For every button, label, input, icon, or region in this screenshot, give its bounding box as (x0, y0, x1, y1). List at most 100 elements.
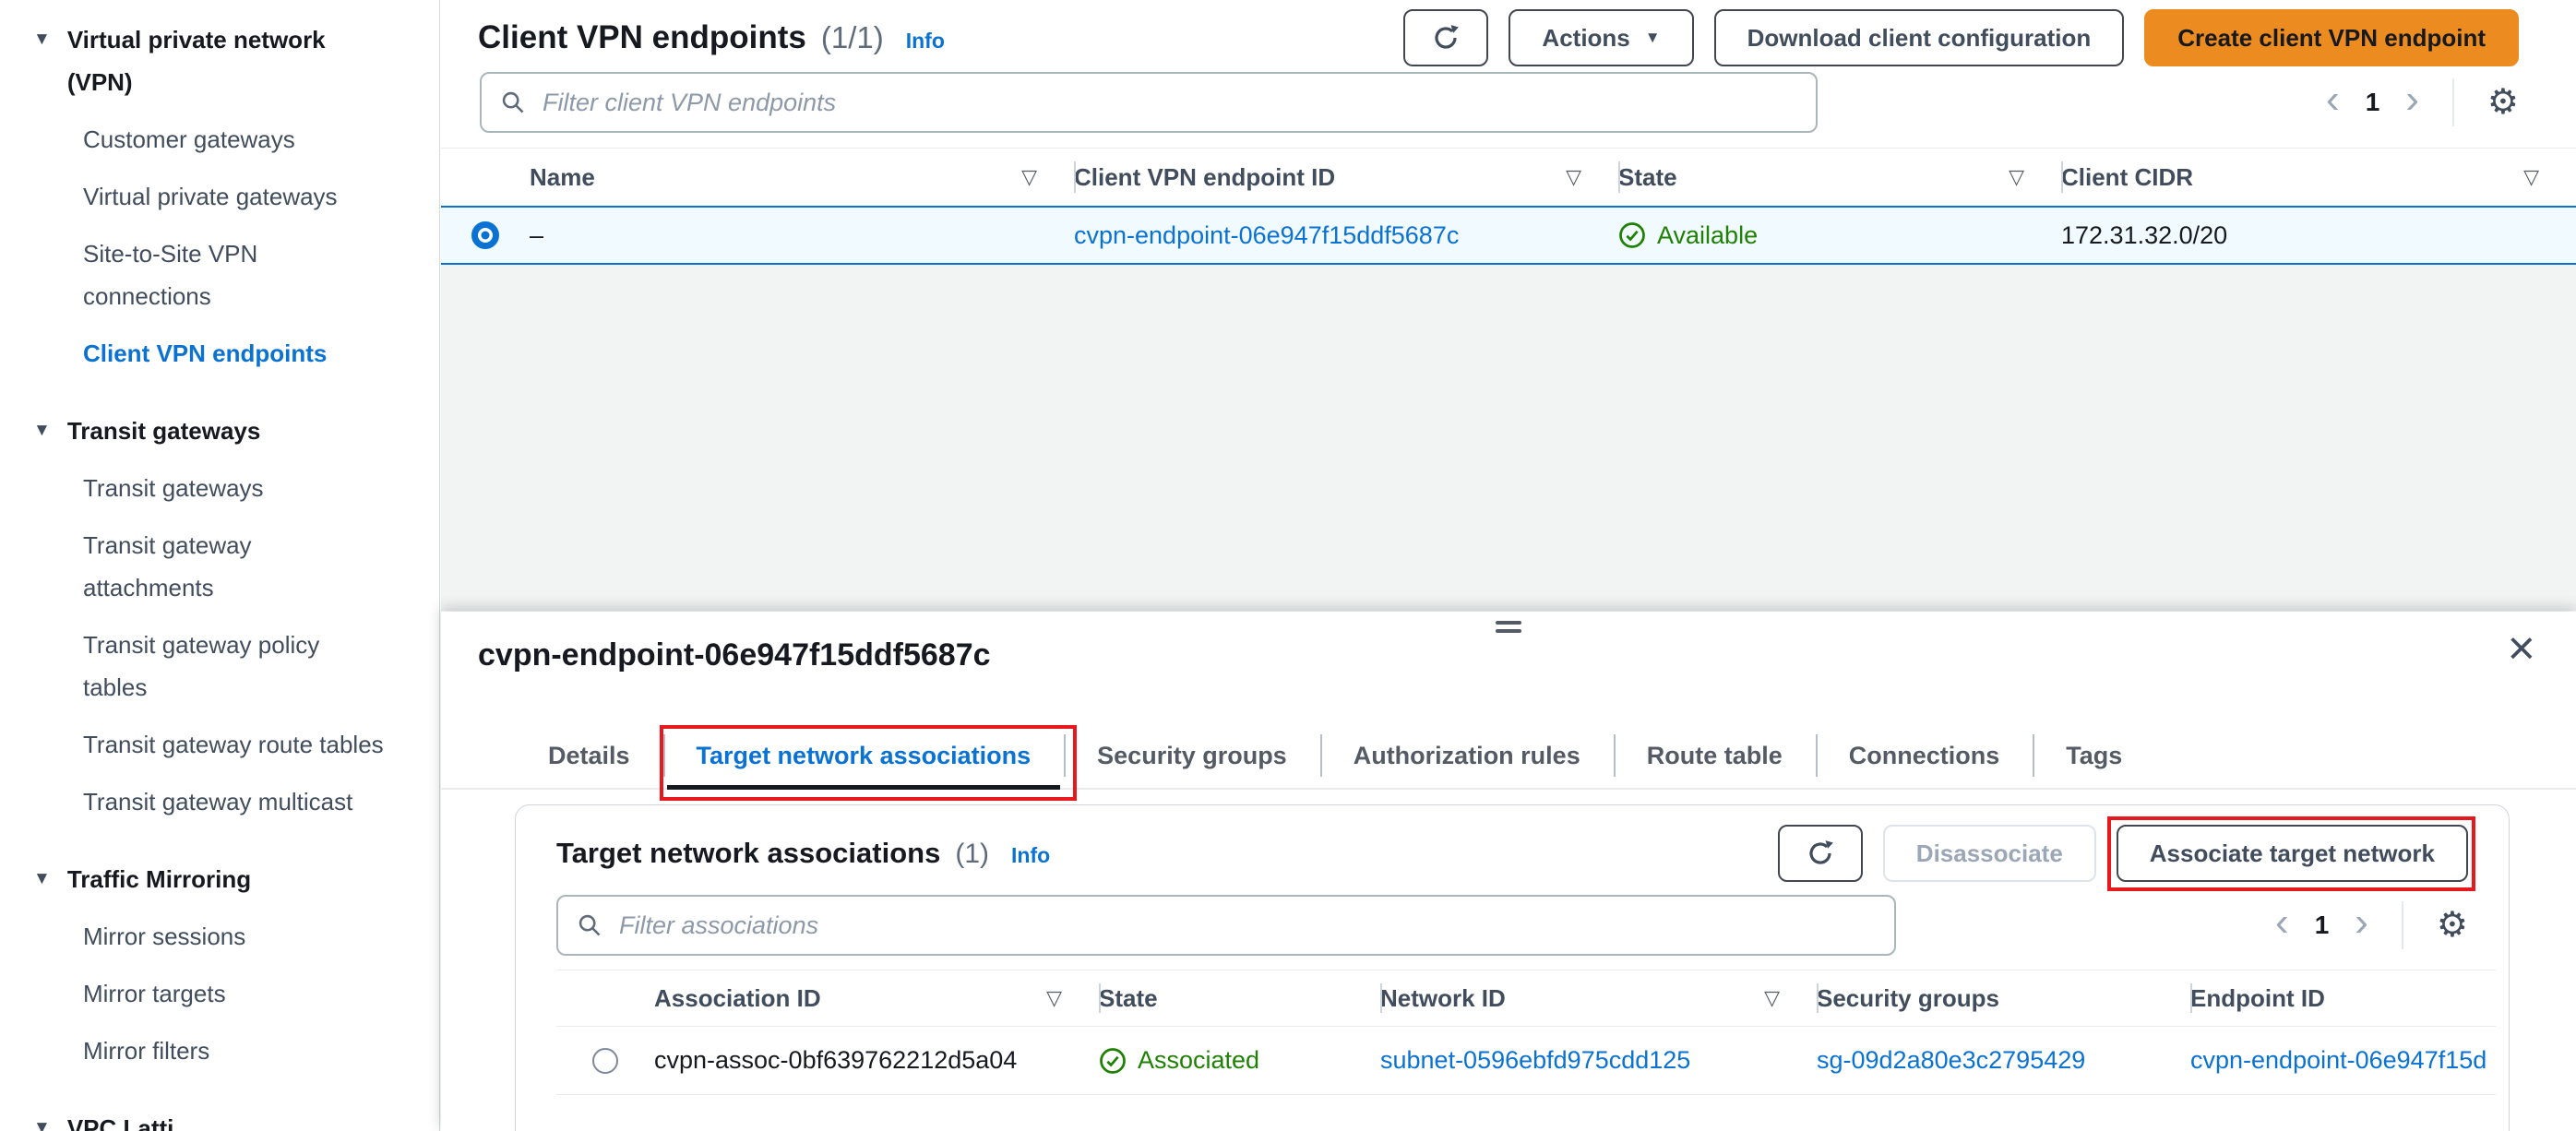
sort-icon[interactable]: ▽ (1046, 986, 1062, 1010)
list-header: Client VPN endpoints (1/1) Info Actions … (441, 0, 2576, 66)
sidebar-item-mirror-filters[interactable]: Mirror filters (83, 1030, 388, 1072)
sidebar-item-transit-gateway-policy-tables[interactable]: Transit gateway policy tables (83, 624, 388, 708)
previous-page-icon[interactable]: ‹ (2326, 79, 2340, 125)
endpoint-filter-input[interactable] (541, 87, 1797, 118)
disassociate-button[interactable]: Disassociate (1882, 825, 2096, 882)
list-filter-row: ‹ 1 › ⚙ (441, 72, 2576, 133)
create-label: Create client VPN endpoint (2177, 23, 2486, 52)
network-id-link[interactable]: subnet-0596ebfd975cdd125 (1380, 1046, 1690, 1074)
sidebar-header-vpc-lattice[interactable]: ▼ VPC Latti (33, 1107, 384, 1131)
sidebar-header-traffic-mirroring[interactable]: ▼ Traffic Mirroring (33, 858, 384, 900)
page-number[interactable]: 1 (2315, 911, 2330, 940)
next-page-icon[interactable]: › (2355, 902, 2368, 948)
close-icon[interactable]: × (2508, 625, 2535, 673)
radio-unselected[interactable] (592, 1047, 618, 1074)
state-label: Available (1657, 220, 1759, 249)
associations-table-header: Association ID ▽ State Network ID ▽ Secu… (556, 970, 2496, 1027)
next-page-icon[interactable]: › (2405, 79, 2419, 125)
sidebar-item-transit-gateway-multicast[interactable]: Transit gateway multicast (83, 780, 388, 823)
chevron-down-icon: ▼ (33, 869, 51, 888)
tab-connections[interactable]: Connections (1815, 723, 2033, 788)
info-link[interactable]: Info (906, 29, 945, 54)
associate-label: Associate target network (2149, 839, 2435, 867)
associate-target-network-button[interactable]: Associate target network (2116, 825, 2468, 882)
vpc-console-page: ▼ Virtual private network (VPN) Customer… (0, 0, 2576, 1131)
state-cell: Available (1618, 221, 2061, 250)
endpoint-id-link[interactable]: cvpn-endpoint-06e947f15ddf5687c (1074, 221, 1459, 249)
sidebar-item-client-vpn-endpoints[interactable]: Client VPN endpoints (83, 332, 388, 375)
refresh-button[interactable] (1403, 9, 1489, 66)
associations-title-wrap: Target network associations (1) Info (556, 837, 1050, 870)
column-label: Endpoint ID (2190, 983, 2325, 1012)
tab-details[interactable]: Details (515, 723, 663, 788)
column-header-security-groups[interactable]: Security groups (1817, 970, 2190, 1026)
tab-security-groups[interactable]: Security groups (1064, 723, 1320, 788)
tab-authorization-rules[interactable]: Authorization rules (1319, 723, 1614, 788)
column-header-client-cidr[interactable]: Client CIDR ▽ (2061, 149, 2576, 206)
tab-tags[interactable]: Tags (2033, 723, 2155, 788)
tab-target-network-associations[interactable]: Target network associations (659, 723, 1078, 801)
sort-icon[interactable]: ▽ (2523, 165, 2539, 189)
actions-dropdown-button[interactable]: Actions ▼ (1509, 9, 1694, 66)
endpoint-id-link[interactable]: cvpn-endpoint-06e947f15d (2190, 1046, 2487, 1074)
gear-icon[interactable]: ⚙ (2487, 85, 2519, 120)
sidebar-header-transit-gateways[interactable]: ▼ Transit gateways (33, 410, 384, 452)
panel-title: cvpn-endpoint-06e947f15ddf5687c (478, 637, 991, 673)
chevron-down-icon: ▼ (33, 421, 51, 440)
download-client-configuration-button[interactable]: Download client configuration (1713, 9, 2125, 66)
associations-actions: Disassociate Associate target network (1777, 816, 2475, 891)
panel-tabs: Details Target network associations Secu… (441, 723, 2576, 801)
associate-button-wrap: Associate target network (2106, 816, 2475, 891)
column-header-state[interactable]: State (1099, 970, 1380, 1026)
sidebar-item-virtual-private-gateways[interactable]: Virtual private gateways (83, 175, 388, 218)
sidebar-header-vpn[interactable]: ▼ Virtual private network (VPN) (33, 18, 384, 103)
column-header-network-id[interactable]: Network ID ▽ (1380, 970, 1817, 1026)
column-label: State (1099, 983, 1158, 1012)
create-client-vpn-endpoint-button[interactable]: Create client VPN endpoint (2144, 9, 2519, 66)
column-header-endpoint-id[interactable]: Client VPN endpoint ID ▽ (1074, 149, 1618, 206)
tab-route-table[interactable]: Route table (1613, 723, 1816, 788)
sidebar-item-transit-gateway-attachments[interactable]: Transit gateway attachments (83, 524, 388, 609)
association-id-cell: cvpn-assoc-0bf639762212d5a04 (654, 1046, 1018, 1074)
tab-label: Target network associations (696, 741, 1032, 769)
radio-selected[interactable] (471, 221, 499, 249)
sidebar-item-mirror-targets[interactable]: Mirror targets (83, 972, 388, 1015)
info-link[interactable]: Info (1011, 843, 1050, 868)
column-header-association-id[interactable]: Association ID ▽ (654, 970, 1099, 1026)
sort-icon[interactable]: ▽ (1566, 165, 1581, 189)
column-label: Client CIDR (2061, 162, 2193, 191)
radio-column-header (556, 970, 654, 1026)
empty-table-area (441, 265, 2576, 611)
column-header-name[interactable]: Name ▽ (530, 149, 1074, 206)
sidebar-item-transit-gateways[interactable]: Transit gateways (83, 467, 388, 509)
page-number[interactable]: 1 (2366, 88, 2380, 117)
associations-filter-input[interactable] (617, 910, 1876, 941)
endpoint-id-cell: cvpn-endpoint-06e947f15d (2190, 1046, 2496, 1075)
state-status: Available (1618, 221, 2024, 250)
gear-icon[interactable]: ⚙ (2437, 908, 2468, 943)
endpoint-table-row[interactable]: – cvpn-endpoint-06e947f15ddf5687c Availa… (441, 206, 2576, 265)
sidebar-navigation: ▼ Virtual private network (VPN) Customer… (0, 0, 440, 1131)
refresh-icon (1809, 840, 1833, 864)
association-table-row[interactable]: cvpn-assoc-0bf639762212d5a04 Associated … (556, 1027, 2496, 1095)
security-group-link[interactable]: sg-09d2a80e3c2795429 (1817, 1046, 2085, 1074)
previous-page-icon[interactable]: ‹ (2275, 902, 2289, 948)
client-cidr-cell: 172.31.32.0/20 (2061, 220, 2228, 249)
row-radio-cell (556, 1047, 654, 1074)
sidebar-item-site-to-site-vpn-connections[interactable]: Site-to-Site VPN connections (83, 232, 388, 317)
panel-resize-handle[interactable] (1496, 621, 1521, 637)
sort-icon[interactable]: ▽ (1764, 986, 1780, 1010)
search-icon (502, 91, 524, 113)
sort-icon[interactable]: ▽ (2009, 165, 2024, 189)
column-label: Association ID (654, 983, 821, 1012)
sidebar-item-mirror-sessions[interactable]: Mirror sessions (83, 915, 388, 958)
column-header-endpoint-id[interactable]: Endpoint ID (2190, 970, 2496, 1026)
divider (2401, 901, 2403, 949)
column-header-state[interactable]: State ▽ (1618, 149, 2061, 206)
sidebar-item-transit-gateway-route-tables[interactable]: Transit gateway route tables (83, 723, 388, 766)
sort-icon[interactable]: ▽ (1021, 165, 1037, 189)
associations-refresh-button[interactable] (1777, 825, 1863, 882)
list-title-wrap: Client VPN endpoints (1/1) Info (478, 19, 945, 56)
sidebar-item-customer-gateways[interactable]: Customer gateways (83, 118, 388, 161)
resource-count: (1/1) (820, 20, 884, 54)
